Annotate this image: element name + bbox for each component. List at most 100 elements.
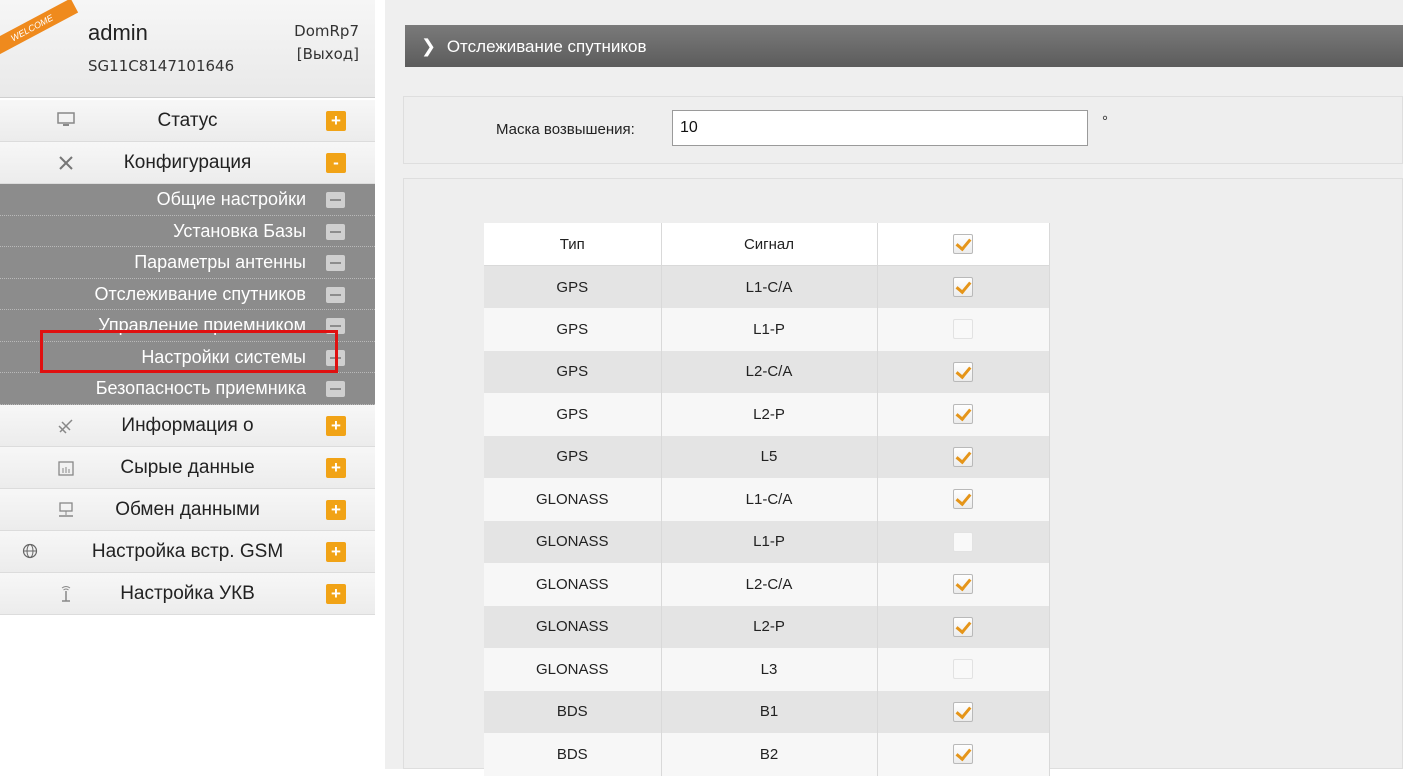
header-type: Тип [484, 223, 662, 266]
main-content: ❯ Отслеживание спутников Маска возвышени… [385, 0, 1403, 776]
expand-icon[interactable]: + [326, 499, 346, 520]
menu-item-label: Обмен данными [115, 498, 260, 520]
cell-signal: L2-P [661, 393, 878, 436]
signal-enable-checkbox[interactable] [953, 701, 973, 722]
signal-enable-checkbox[interactable] [953, 404, 973, 425]
menu-item-info[interactable]: Информация о + [0, 404, 375, 447]
cell-type: GPS [484, 350, 662, 393]
cell-signal: L1-C/A [661, 478, 878, 521]
cell-enabled [877, 733, 1050, 776]
table-row: GPS L1-C/A [484, 265, 1050, 308]
cell-enabled [877, 265, 1050, 308]
minus-icon [326, 223, 345, 240]
menu-item-status[interactable]: Статус + [0, 100, 375, 142]
submenu-item-label: Установка Базы [173, 220, 306, 241]
submenu-item-label: Настройки системы [141, 346, 306, 367]
cell-enabled [877, 435, 1050, 478]
expand-icon[interactable]: + [326, 541, 346, 562]
submenu-item-label: Общие настройки [156, 189, 306, 209]
elevation-mask-panel: Маска возвышения: ° [403, 96, 1403, 164]
signal-enable-checkbox[interactable] [953, 531, 973, 552]
minus-icon [326, 349, 345, 366]
table-row: GLONASS L2-P [484, 605, 1050, 648]
table-row: GPS L2-P [484, 393, 1050, 436]
cell-signal: L1-C/A [661, 265, 878, 308]
cell-signal: L1-P [661, 308, 878, 351]
submenu-item-system-settings[interactable]: Настройки системы [0, 342, 375, 373]
submenu-item-antenna[interactable]: Параметры антенны [0, 247, 375, 279]
minus-icon [326, 381, 345, 397]
user-panel: WELCOME admin SG11C8147101646 DomRp7 [Вы… [0, 0, 375, 98]
table-row: GPS L1-P [484, 308, 1050, 351]
expand-icon[interactable]: + [326, 415, 346, 436]
submenu-item-general[interactable]: Общие настройки [0, 184, 375, 216]
submenu-item-label: Безопасность приемника [95, 378, 306, 398]
submenu-item-base-setup[interactable]: Установка Базы [0, 216, 375, 247]
menu-item-label: Информация о [121, 414, 254, 436]
signal-enable-checkbox[interactable] [953, 319, 973, 340]
menu-item-label: Статус [157, 110, 218, 131]
table-row: GLONASS L2-C/A [484, 563, 1050, 606]
cell-signal: L5 [661, 435, 878, 478]
menu-item-raw-data[interactable]: Сырые данные + [0, 446, 375, 489]
signal-enable-checkbox[interactable] [953, 616, 973, 637]
cell-enabled [877, 393, 1050, 436]
menu-item-uhf[interactable]: Настройка УКВ + [0, 572, 375, 615]
cell-signal: L1-P [661, 520, 878, 563]
menu-item-label: Настройка встр. GSM [91, 540, 284, 562]
menu-item-data-exchange[interactable]: Обмен данными + [0, 488, 375, 531]
logout-link[interactable]: [Выход] [297, 45, 359, 63]
expand-icon[interactable]: + [326, 111, 346, 131]
signal-enable-checkbox[interactable] [953, 489, 973, 510]
signal-enable-checkbox[interactable] [953, 277, 973, 297]
submenu-item-receiver-security[interactable]: Безопасность приемника [0, 373, 375, 405]
cell-enabled [877, 605, 1050, 648]
sidebar: WELCOME admin SG11C8147101646 DomRp7 [Вы… [0, 0, 375, 769]
collapse-icon[interactable]: - [326, 153, 346, 173]
cell-type: GLONASS [484, 563, 662, 606]
degree-unit: ° [1102, 113, 1108, 130]
cell-type: GPS [484, 308, 662, 351]
cell-enabled [877, 350, 1050, 393]
signal-enable-checkbox[interactable] [953, 659, 973, 680]
signal-enable-checkbox[interactable] [953, 361, 973, 382]
menu-item-label: Конфигурация [123, 152, 252, 173]
elevation-mask-label: Маска возвышения: [496, 121, 635, 138]
configuration-submenu: Общие настройки Установка Базы Параметры… [0, 184, 375, 405]
cell-enabled [877, 648, 1050, 691]
cell-enabled [877, 478, 1050, 521]
table-row: GLONASS L3 [484, 648, 1050, 691]
cell-enabled [877, 520, 1050, 563]
expand-icon[interactable]: + [326, 583, 346, 604]
chevron-right-icon: ❯ [421, 36, 437, 56]
minus-icon [326, 192, 345, 208]
select-all-checkbox[interactable] [953, 234, 973, 254]
menu-item-label: Настройка УКВ [120, 582, 255, 604]
cell-type: BDS [484, 733, 662, 776]
signal-enable-checkbox[interactable] [953, 744, 973, 765]
submenu-item-receiver-control[interactable]: Управление приемником [0, 310, 375, 342]
cell-type: GLONASS [484, 648, 662, 691]
page-header: ❯ Отслеживание спутников [405, 25, 1403, 67]
cell-type: BDS [484, 690, 662, 733]
table-header-row: Тип Сигнал [484, 223, 1050, 266]
signal-enable-checkbox[interactable] [953, 574, 973, 595]
user-name: admin [88, 20, 148, 45]
expand-icon[interactable]: + [326, 457, 346, 478]
elevation-mask-input[interactable] [672, 110, 1088, 146]
minus-icon [326, 286, 345, 303]
cell-enabled [877, 563, 1050, 606]
cell-enabled [877, 308, 1050, 351]
table-row: GLONASS L1-C/A [484, 478, 1050, 521]
table-row: GPS L5 [484, 435, 1050, 478]
menu-item-gsm[interactable]: Настройка встр. GSM + [0, 530, 375, 573]
table-row: GLONASS L1-P [484, 520, 1050, 563]
cell-type: GPS [484, 435, 662, 478]
signal-enable-checkbox[interactable] [953, 446, 973, 467]
header-signal: Сигнал [661, 223, 878, 266]
menu-item-configuration[interactable]: Конфигурация - [0, 142, 375, 184]
cell-type: GPS [484, 393, 662, 436]
sidebar-menu: Статус + Конфигурация - Общие настройки … [0, 100, 375, 615]
cell-signal: L2-C/A [661, 350, 878, 393]
submenu-item-satellite-tracking[interactable]: Отслеживание спутников [0, 279, 375, 310]
